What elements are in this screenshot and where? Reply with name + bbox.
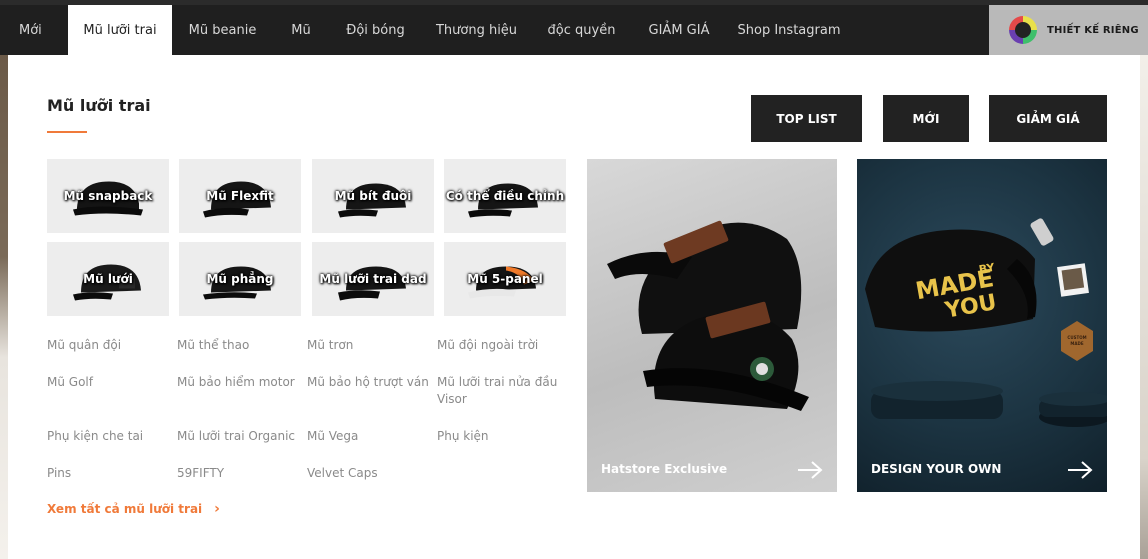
custom-design-label: THIẾT KẾ RIÊNG [1047,24,1139,36]
promo-label: Hatstore Exclusive [601,462,728,476]
nav-item-exclusive[interactable]: độc quyền [531,5,632,55]
promo-hatstore-exclusive[interactable]: Hatstore Exclusive [587,159,837,492]
tile-adjustable[interactable]: Có thể điều chỉnh [444,159,566,233]
see-all-caps-link[interactable]: Xem tất cả mũ lưỡi trai › [47,501,220,517]
link-sports-caps[interactable]: Mũ thể thao [177,337,249,354]
title-underline [47,131,87,133]
link-earmuffs[interactable]: Phụ kiện che tai [47,428,143,445]
link-skate-helmets[interactable]: Mũ bảo hộ trượt ván [307,374,429,391]
arrow-right-icon [1068,461,1093,479]
top-list-button[interactable]: TOP LIST [751,95,862,142]
nav-item-beanies[interactable]: Mũ beanie [172,5,273,55]
arrow-right-icon [798,461,823,479]
tile-dad-cap[interactable]: Mũ lưỡi trai dad [312,242,434,316]
tile-label: Mũ snapback [63,189,153,203]
link-golf-caps[interactable]: Mũ Golf [47,374,93,391]
tile-5-panel[interactable]: Mũ 5-panel [444,242,566,316]
link-army-caps[interactable]: Mũ quân đội [47,337,121,354]
tile-label: Mũ Flexfit [206,189,274,203]
link-plain-caps[interactable]: Mũ trơn [307,337,353,354]
link-vegan-caps[interactable]: Mũ Vega [307,428,358,445]
nav-item-teams[interactable]: Đội bóng [329,5,422,55]
caps-mega-menu: Mũ lưỡi trai TOP LIST MỚI GIẢM GIÁ Mũ sn… [8,55,1140,559]
exclusive-caps-image [607,220,809,411]
badge-text-made: MADE [1070,341,1083,346]
promo-design-your-own[interactable]: MADE BY YOU CUSTOM MADE DESIGN YOUR OWN [857,159,1107,492]
main-navigation: Mới Mũ lưỡi trai Mũ beanie Mũ Đội bóng T… [0,0,1148,55]
promo-label: DESIGN YOUR OWN [871,462,1002,476]
link-outdoor-caps[interactable]: Mũ đội ngoài trời [437,337,538,354]
nav-item-hats[interactable]: Mũ [273,5,329,55]
sale-button[interactable]: GIẢM GIÁ [989,95,1107,142]
nav-item-sale[interactable]: GIẢM GIÁ [632,5,726,55]
tile-snapback[interactable]: Mũ snapback [47,159,169,233]
tile-label: Mũ lưỡi trai dad [319,272,427,286]
tile-label: Có thể điều chỉnh [445,189,565,203]
link-organic-caps[interactable]: Mũ lưỡi trai Organic [177,428,295,445]
nav-item-brands[interactable]: Thương hiệu [422,5,531,55]
nav-item-new[interactable]: Mới [0,5,68,55]
link-pins[interactable]: Pins [47,465,71,482]
panel-title: Mũ lưỡi trai [47,96,151,115]
tile-trucker[interactable]: Mũ lưới [47,242,169,316]
custom-design-tab[interactable]: THIẾT KẾ RIÊNG [989,5,1148,55]
link-velvet-caps[interactable]: Velvet Caps [307,465,378,482]
link-accessories[interactable]: Phụ kiện [437,428,489,445]
see-all-label: Xem tất cả mũ lưỡi trai [47,502,203,516]
badge-text-custom: CUSTOM [1067,335,1086,340]
link-59fifty[interactable]: 59FIFTY [177,465,224,482]
tile-label: Mũ bít đuôi [334,189,412,203]
background-page-left [0,55,8,559]
tile-fitted[interactable]: Mũ bít đuôi [312,159,434,233]
new-button[interactable]: MỚI [883,95,969,142]
background-page-right [1140,55,1148,559]
nav-item-caps[interactable]: Mũ lưỡi trai [68,5,172,55]
link-motor-helmets[interactable]: Mũ bảo hiểm motor [177,374,295,391]
chevron-right-icon: › [214,501,220,517]
tile-label: Mũ lưới [83,272,133,286]
tile-label: Mũ phẳng [206,272,274,286]
tile-flat[interactable]: Mũ phẳng [179,242,301,316]
color-wheel-icon [1009,16,1037,44]
tile-label: Mũ 5-panel [467,272,543,286]
custom-cap-image: MADE BY YOU CUSTOM MADE [865,218,1107,427]
link-visors[interactable]: Mũ lưỡi trai nửa đầu Visor [437,374,565,408]
nav-item-instagram-shop[interactable]: Shop Instagram [726,5,852,55]
tile-flexfit[interactable]: Mũ Flexfit [179,159,301,233]
